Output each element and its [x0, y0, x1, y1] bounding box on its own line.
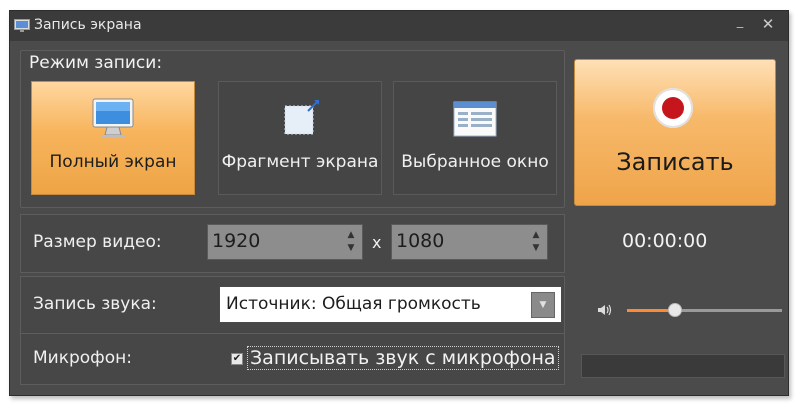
video-width-stepper[interactable]: 1920 ▲ ▼ [207, 224, 363, 260]
video-height-value: 1080 [396, 230, 445, 252]
mic-checkbox-label[interactable]: Записывать звук с микрофона [247, 346, 559, 370]
recording-timer: 00:00:00 [622, 230, 708, 252]
monitor-icon [89, 96, 137, 146]
screen-fragment-icon [276, 96, 324, 146]
audio-row: Запись звука: Источник: Общая громкость … [20, 276, 565, 334]
size-separator: x [372, 233, 382, 252]
mic-checkbox[interactable]: ✔ [231, 353, 243, 365]
video-size-row: Размер видео: 1920 ▲ ▼ x 1080 ▲ ▼ [20, 214, 565, 273]
chevron-up-icon[interactable]: ▲ [346, 230, 356, 240]
chevron-down-icon[interactable]: ▼ [346, 243, 356, 253]
mode-fragment-label: Фрагмент экрана [221, 152, 379, 172]
speaker-icon [597, 302, 613, 316]
mode-fullscreen-label: Полный экран [49, 152, 177, 172]
record-button[interactable]: Записать [574, 59, 776, 206]
record-mode-panel: Режим записи: Полный экран Фрагмент экра… [20, 50, 565, 208]
audio-label: Запись звука: [33, 294, 157, 314]
mode-window-label: Выбранное окно [401, 152, 549, 172]
audio-source-value: Источник: Общая громкость [226, 294, 481, 314]
record-mode-label: Режим записи: [29, 53, 163, 73]
app-icon [14, 19, 30, 32]
video-size-label: Размер видео: [33, 232, 162, 252]
volume-slider-thumb[interactable] [668, 303, 682, 317]
video-height-stepper[interactable]: 1080 ▲ ▼ [391, 224, 548, 260]
mic-row: Микрофон: ✔ Записывать звук с микрофона [20, 333, 565, 385]
record-label: Записать [616, 148, 734, 176]
title-bar: Запись экрана _ ✕ [10, 11, 788, 41]
record-icon [653, 88, 693, 128]
mic-level-meter [581, 354, 785, 378]
window-icon [451, 96, 499, 146]
chevron-down-icon[interactable]: ▼ [531, 292, 555, 318]
chevron-down-icon[interactable]: ▼ [531, 243, 541, 253]
mode-window-button[interactable]: Выбранное окно [393, 81, 557, 195]
audio-source-select[interactable]: Источник: Общая громкость ▼ [219, 286, 562, 323]
mic-label: Микрофон: [33, 348, 132, 368]
mode-fullscreen-button[interactable]: Полный экран [31, 81, 195, 195]
minimize-button[interactable]: _ [730, 14, 750, 34]
screen-recorder-window: Запись экрана _ ✕ Режим записи: Полный э… [9, 10, 789, 396]
window-title: Запись экрана [34, 17, 142, 33]
chevron-up-icon[interactable]: ▲ [531, 230, 541, 240]
volume-slider-fill [627, 309, 674, 312]
close-button[interactable]: ✕ [758, 15, 778, 35]
mode-fragment-button[interactable]: Фрагмент экрана [218, 81, 382, 195]
video-width-value: 1920 [212, 230, 261, 252]
